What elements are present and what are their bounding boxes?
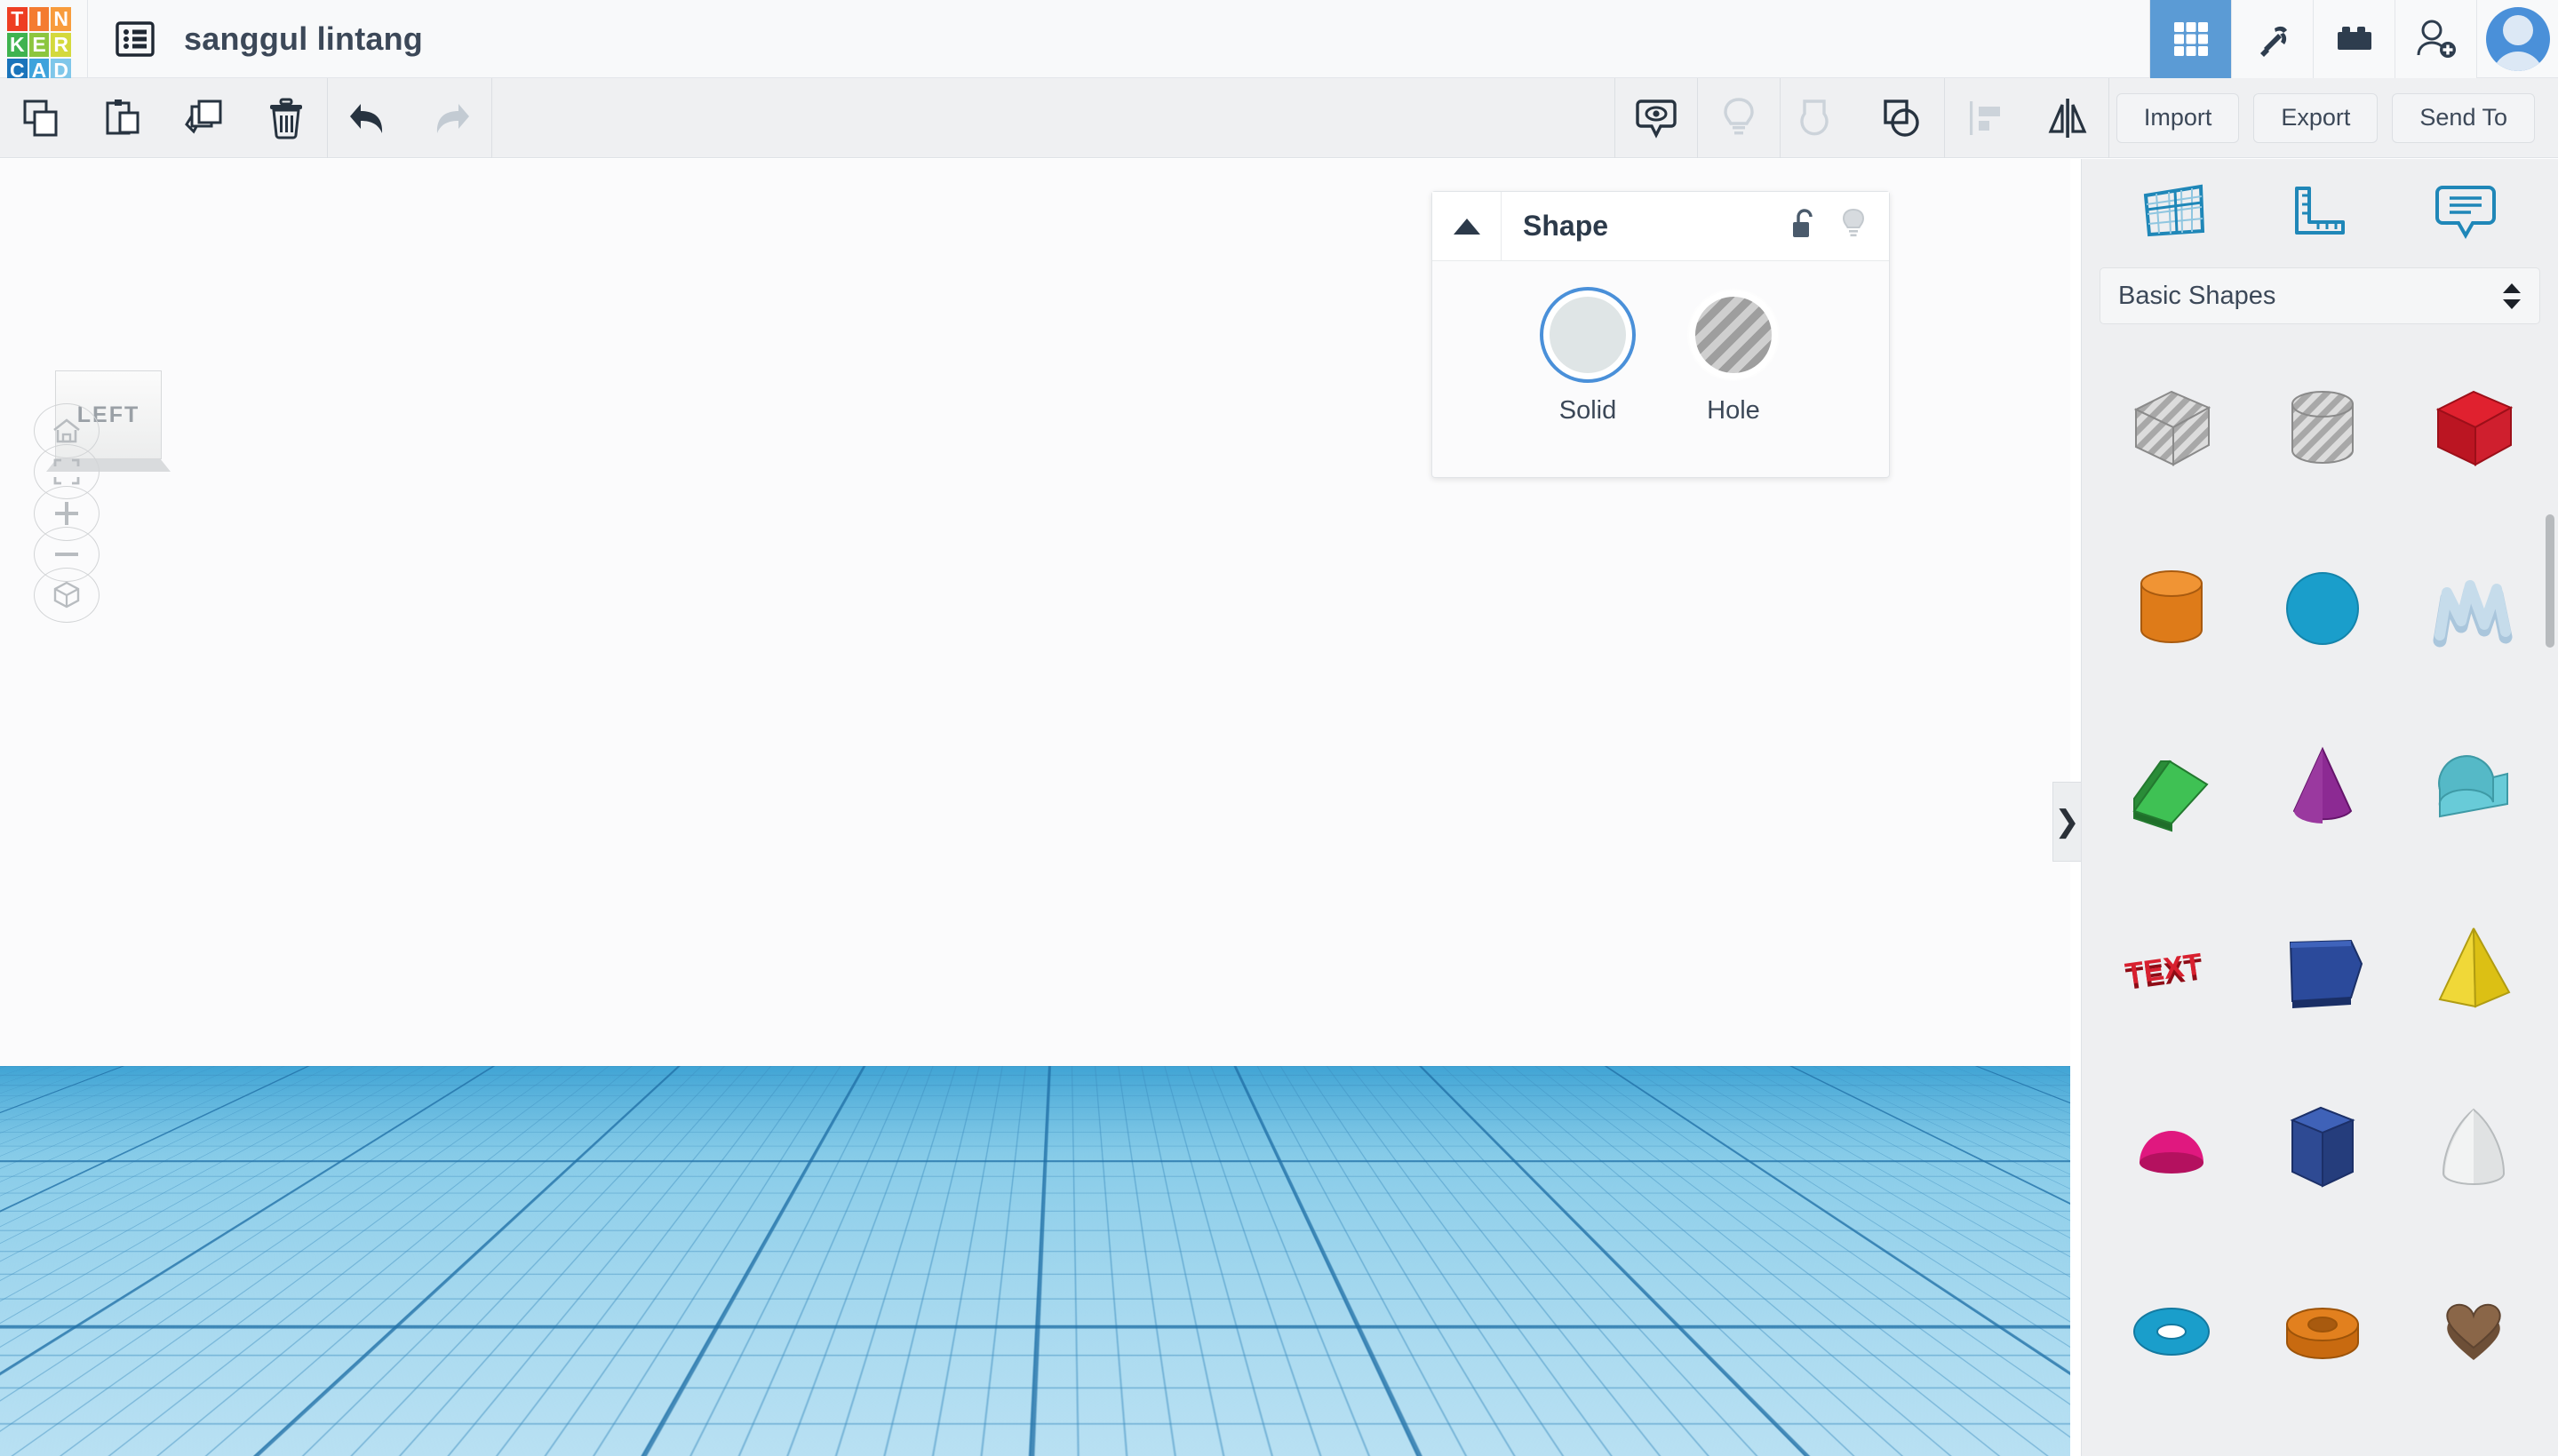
orthographic-toggle-icon[interactable] bbox=[34, 568, 100, 623]
paste-icon[interactable] bbox=[82, 78, 163, 158]
export-button[interactable]: Export bbox=[2253, 92, 2379, 143]
3d-viewport[interactable]: 1.00 LEFT Shape Solid Hole bbox=[0, 159, 2070, 1456]
brick-icon[interactable] bbox=[2313, 0, 2395, 78]
logo-letter: N bbox=[51, 6, 71, 31]
undo-icon[interactable] bbox=[328, 78, 410, 158]
shape-polygon[interactable] bbox=[2247, 887, 2398, 1047]
import-button[interactable]: Import bbox=[2116, 92, 2240, 143]
shape-roof[interactable] bbox=[2096, 708, 2247, 868]
lightbulb-icon[interactable] bbox=[1839, 207, 1868, 245]
shape-category-value: Basic Shapes bbox=[2118, 281, 2276, 310]
hole-option[interactable]: Hole bbox=[1695, 297, 1772, 426]
logo-letter: R bbox=[51, 32, 71, 57]
shape-cone[interactable] bbox=[2247, 708, 2398, 868]
solid-option[interactable]: Solid bbox=[1550, 297, 1626, 426]
pickaxe-icon[interactable] bbox=[2231, 0, 2313, 78]
shape-cylinder[interactable] bbox=[2096, 529, 2247, 688]
logo-letter: T bbox=[7, 6, 28, 31]
shape-scribble[interactable] bbox=[2398, 529, 2549, 688]
chevron-updown-icon bbox=[2502, 282, 2522, 310]
header-divider bbox=[87, 0, 88, 78]
delete-icon[interactable] bbox=[245, 78, 327, 158]
redo-icon[interactable] bbox=[410, 78, 491, 158]
mouse-cursor bbox=[1349, 1239, 1380, 1283]
hint-lightbulb-icon[interactable] bbox=[1698, 78, 1780, 158]
tinkercad-logo[interactable]: T I N K E R C A D bbox=[7, 6, 71, 83]
header-right-tabs bbox=[2149, 0, 2558, 78]
inspector-header: Shape bbox=[1432, 191, 1889, 261]
workplane-tab-icon[interactable] bbox=[2125, 171, 2223, 250]
shape-cylinder-hole[interactable] bbox=[2247, 349, 2398, 509]
send-to-button[interactable]: Send To bbox=[2392, 92, 2535, 143]
app-header: T I N K E R C A D sanggul lintang bbox=[0, 0, 2558, 83]
shape-inspector: Shape Solid Hole bbox=[1431, 191, 1890, 478]
triangle-up-icon[interactable] bbox=[1432, 191, 1502, 261]
hole-swatch bbox=[1695, 297, 1772, 373]
align-icon[interactable] bbox=[1945, 78, 2027, 158]
logo-letter: K bbox=[7, 32, 28, 57]
shape-paraboloid[interactable] bbox=[2398, 1067, 2549, 1227]
page-title: sanggul lintang bbox=[184, 20, 423, 57]
teal-box[interactable] bbox=[640, 1087, 1404, 1221]
shape-tube[interactable] bbox=[2247, 1246, 2398, 1406]
notes-icon[interactable] bbox=[1615, 78, 1697, 158]
logo-letter: E bbox=[28, 32, 50, 57]
group-icon[interactable] bbox=[1781, 78, 1862, 158]
inspector-actions bbox=[1789, 207, 1889, 245]
shape-category-select[interactable]: Basic Shapes bbox=[2100, 267, 2540, 324]
shapes-grid: TEXT TEXT bbox=[2082, 349, 2558, 1442]
hole-label: Hole bbox=[1707, 396, 1760, 425]
toolbar-divider bbox=[2108, 77, 2109, 158]
shapes-panel: Basic Shapes TEXT TEXT bbox=[2081, 159, 2558, 1456]
solid-label: Solid bbox=[1558, 396, 1617, 425]
shape-pyramid[interactable] bbox=[2398, 887, 2549, 1047]
inspector-body: Solid Hole bbox=[1432, 261, 1889, 477]
main-toolbar: Import Export Send To bbox=[0, 77, 2558, 158]
shape-half-sphere[interactable] bbox=[2096, 1067, 2247, 1227]
logo-letter: I bbox=[28, 6, 50, 31]
shapes-panel-scrollbar[interactable] bbox=[2546, 514, 2554, 648]
chevron-right-icon[interactable]: ❯ bbox=[2052, 782, 2081, 862]
shape-heart[interactable] bbox=[2398, 1246, 2549, 1406]
unlock-icon[interactable] bbox=[1789, 207, 1820, 245]
shape-sphere[interactable] bbox=[2247, 529, 2398, 688]
inspector-title: Shape bbox=[1523, 210, 1609, 242]
ruler-tab-icon[interactable] bbox=[2271, 171, 2369, 250]
solid-swatch bbox=[1550, 297, 1626, 373]
copy-icon[interactable] bbox=[0, 78, 82, 158]
duplicate-icon[interactable] bbox=[163, 78, 245, 158]
tinkercad-app: T I N K E R C A D sanggul lintang Import… bbox=[0, 0, 2558, 1456]
dimension-tooltip: 1.00 bbox=[1486, 1242, 1572, 1288]
shapes-panel-tabs bbox=[2082, 159, 2558, 262]
avatar[interactable] bbox=[2476, 0, 2558, 78]
add-user-icon[interactable] bbox=[2395, 0, 2476, 78]
mirror-icon[interactable] bbox=[2027, 78, 2108, 158]
shape-box[interactable] bbox=[2398, 349, 2549, 509]
list-panel-icon[interactable] bbox=[111, 15, 159, 63]
ungroup-icon[interactable] bbox=[1862, 78, 1944, 158]
shape-round-roof[interactable] bbox=[2398, 708, 2549, 868]
shape-box-hole[interactable] bbox=[2096, 349, 2247, 509]
shape-text[interactable]: TEXT TEXT bbox=[2096, 887, 2247, 1047]
shape-hexagon-prism[interactable] bbox=[2247, 1067, 2398, 1227]
gray-box-selected[interactable] bbox=[1120, 1212, 1537, 1318]
shape-torus[interactable] bbox=[2096, 1246, 2247, 1406]
grid-apps-icon[interactable] bbox=[2149, 0, 2231, 78]
note-tab-icon[interactable] bbox=[2417, 171, 2514, 250]
toolbar-divider bbox=[491, 77, 492, 158]
